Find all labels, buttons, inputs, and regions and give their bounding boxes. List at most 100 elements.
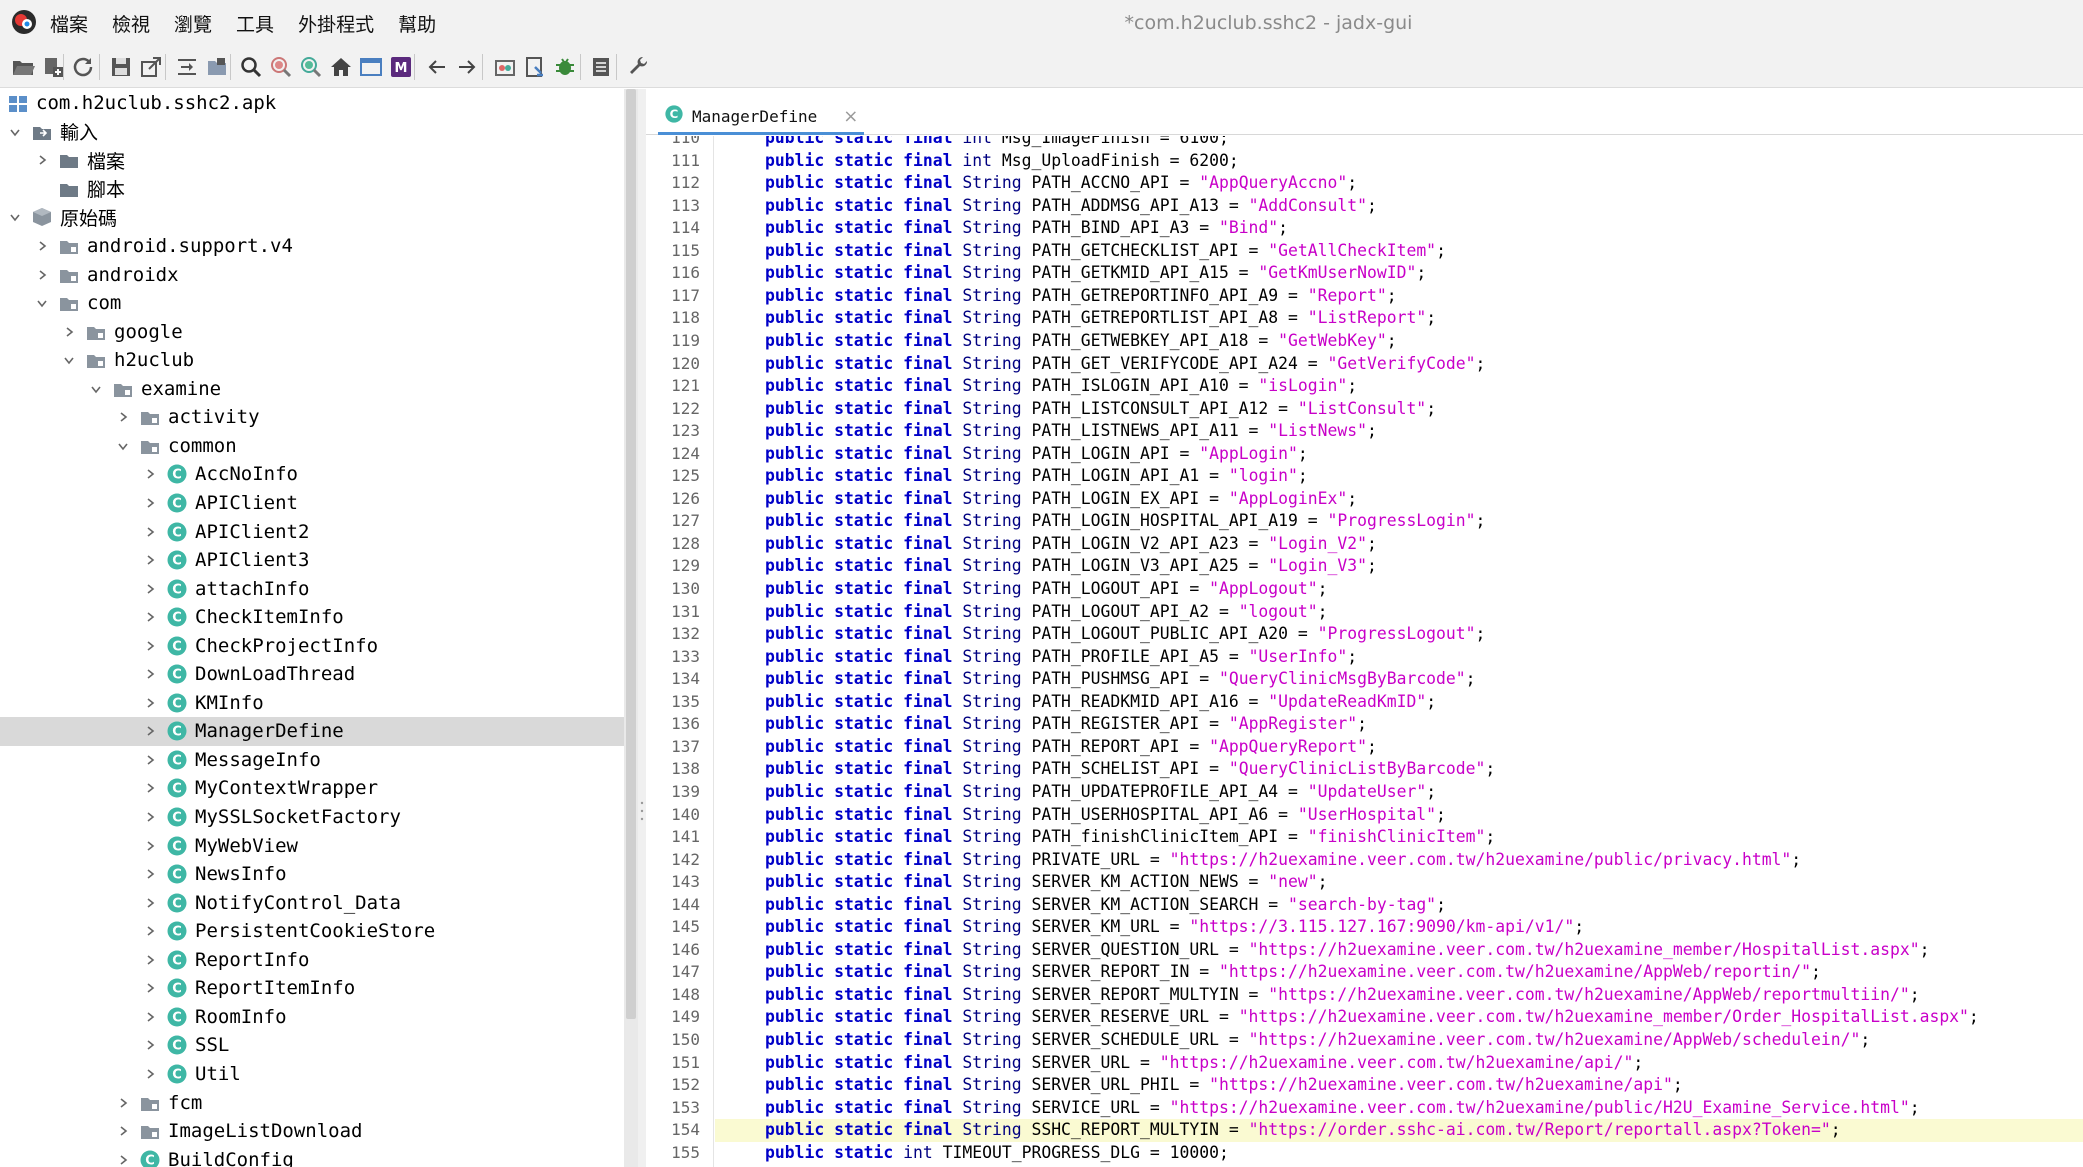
code-line[interactable]: public static final String PATH_GET_VERI… (715, 353, 2083, 376)
code-line[interactable]: public static final String PATH_GETREPOR… (715, 285, 2083, 308)
tree-node-mysslsocketfactory[interactable]: C MySSLSocketFactory (0, 803, 624, 832)
tree-node-notifycontrol-data[interactable]: C NotifyControl_Data (0, 888, 624, 917)
code-line[interactable]: public static final String SERVER_REPORT… (715, 961, 2083, 984)
chevron-down-icon[interactable] (8, 125, 22, 139)
tree-node-activity[interactable]: activity (0, 403, 624, 432)
tree-node-google[interactable]: google (0, 317, 624, 346)
tree-node-reportiteminfo[interactable]: C ReportItemInfo (0, 974, 624, 1003)
tree-node-androidx[interactable]: androidx (0, 260, 624, 289)
open-folder-button[interactable] (8, 52, 38, 82)
code-line[interactable]: public static final String PATH_UPDATEPR… (715, 781, 2083, 804)
chevron-right-icon[interactable] (143, 553, 157, 567)
chevron-right-icon[interactable] (143, 839, 157, 853)
code-line[interactable]: public static final String PATH_USERHOSP… (715, 804, 2083, 827)
tree-scroll-thumb[interactable] (626, 89, 636, 1019)
tree-node-downloadthread[interactable]: C DownLoadThread (0, 660, 624, 689)
tree-node-accnoinfo[interactable]: C AccNoInfo (0, 460, 624, 489)
tree-node-com-h2uclub-sshc2-apk[interactable]: com.h2uclub.sshc2.apk (0, 89, 624, 118)
chevron-right-icon[interactable] (116, 1153, 130, 1167)
code-line[interactable]: public static final String PATH_finishCl… (715, 826, 2083, 849)
code-line[interactable]: public static final String PATH_ADDMSG_A… (715, 195, 2083, 218)
code-line[interactable]: public static final String PATH_LISTNEWS… (715, 420, 2083, 443)
tree-node-android-support-v4[interactable]: android.support.v4 (0, 232, 624, 261)
tree-node-ssl[interactable]: C SSL (0, 1031, 624, 1060)
flatten-packages-button[interactable] (202, 52, 232, 82)
menu-item-4[interactable]: 外掛程式 (298, 10, 374, 37)
code-line[interactable]: public static final String SERVER_QUESTI… (715, 939, 2083, 962)
debug-bug-button[interactable] (550, 52, 580, 82)
code-line[interactable]: public static final String PATH_LOGIN_V2… (715, 533, 2083, 556)
code-line[interactable]: public static final String PATH_ACCNO_AP… (715, 172, 2083, 195)
code-line[interactable]: public static final String PATH_LISTCONS… (715, 398, 2083, 421)
code-line[interactable]: public static final String SERVER_KM_ACT… (715, 871, 2083, 894)
code-line[interactable]: public static final String PATH_REPORT_A… (715, 736, 2083, 759)
chevron-right-icon[interactable] (143, 1067, 157, 1081)
tree-node-[interactable]: 腳本 (0, 175, 624, 204)
chevron-right-icon[interactable] (35, 153, 49, 167)
chevron-right-icon[interactable] (143, 667, 157, 681)
chevron-right-icon[interactable] (143, 467, 157, 481)
chevron-right-icon[interactable] (143, 753, 157, 767)
save-button[interactable] (106, 52, 136, 82)
code-line[interactable]: public static final String SERVICE_URL =… (715, 1097, 2083, 1120)
quark-button[interactable] (490, 52, 520, 82)
home-button[interactable] (326, 52, 356, 82)
chevron-right-icon[interactable] (143, 696, 157, 710)
chevron-right-icon[interactable] (143, 810, 157, 824)
code-line[interactable]: public static final String SERVER_URL = … (715, 1052, 2083, 1075)
tree-node-messageinfo[interactable]: C MessageInfo (0, 746, 624, 775)
code-line[interactable]: public static final String SSHC_REPORT_M… (715, 1119, 2083, 1142)
find-class-button[interactable] (266, 52, 296, 82)
add-files-button[interactable] (38, 52, 68, 82)
code-line[interactable]: public static final String SERVER_RESERV… (715, 1006, 2083, 1029)
menu-item-5[interactable]: 幫助 (398, 10, 436, 37)
chevron-right-icon[interactable] (143, 1010, 157, 1024)
back-button[interactable] (422, 52, 452, 82)
code-line[interactable]: public static final String PATH_LOGIN_HO… (715, 510, 2083, 533)
chevron-right-icon[interactable] (143, 953, 157, 967)
code-line[interactable]: public static final String PATH_PUSHMSG_… (715, 668, 2083, 691)
chevron-right-icon[interactable] (143, 867, 157, 881)
chevron-right-icon[interactable] (62, 325, 76, 339)
chevron-right-icon[interactable] (143, 496, 157, 510)
tree-node-roominfo[interactable]: C RoomInfo (0, 1003, 624, 1032)
tree-node-apiclient[interactable]: C APIClient (0, 489, 624, 518)
tree-node-apiclient2[interactable]: C APIClient2 (0, 517, 624, 546)
code-line[interactable]: public static final String PATH_ISLOGIN_… (715, 375, 2083, 398)
chevron-down-icon[interactable] (116, 439, 130, 453)
code-line[interactable]: public static final String PRIVATE_URL =… (715, 849, 2083, 872)
tree-node-managerdefine[interactable]: C ManagerDefine (0, 717, 624, 746)
chevron-right-icon[interactable] (116, 1124, 130, 1138)
tree-node-newsinfo[interactable]: C NewsInfo (0, 860, 624, 889)
chevron-right-icon[interactable] (35, 268, 49, 282)
tree-node-buildconfig[interactable]: C BuildConfig (0, 1145, 624, 1167)
chevron-right-icon[interactable] (116, 1096, 130, 1110)
chevron-right-icon[interactable] (116, 410, 130, 424)
code-line[interactable]: public static final String PATH_GETWEBKE… (715, 330, 2083, 353)
chevron-right-icon[interactable] (35, 239, 49, 253)
chevron-right-icon[interactable] (143, 724, 157, 738)
export-button[interactable] (136, 52, 166, 82)
menu-item-1[interactable]: 檢視 (112, 10, 150, 37)
code-line[interactable]: public static final String PATH_LOGIN_AP… (715, 443, 2083, 466)
tree-node-[interactable]: 檔案 (0, 146, 624, 175)
tree-scrollbar[interactable] (624, 89, 638, 1167)
code-line[interactable]: public static final String PATH_GETKMID_… (715, 262, 2083, 285)
tree-node-examine[interactable]: examine (0, 375, 624, 404)
code-line[interactable]: public static final String PATH_GETREPOR… (715, 307, 2083, 330)
tree-node-kminfo[interactable]: C KMInfo (0, 689, 624, 718)
tree-node-common[interactable]: common (0, 432, 624, 461)
tree-node-attachinfo[interactable]: CattachInfo (0, 574, 624, 603)
chevron-down-icon[interactable] (62, 353, 76, 367)
code-line[interactable]: public static final String PATH_LOGIN_EX… (715, 488, 2083, 511)
code-line[interactable]: public static final String PATH_LOGOUT_A… (715, 601, 2083, 624)
tree-node-com[interactable]: com (0, 289, 624, 318)
tree-node-h2uclub[interactable]: h2uclub (0, 346, 624, 375)
tree-node-fcm[interactable]: fcm (0, 1088, 624, 1117)
code-line[interactable]: public static final String SERVER_URL_PH… (715, 1074, 2083, 1097)
project-tree[interactable]: com.h2uclub.sshc2.apk 輸入 檔案 腳本 原始碼 android.su… (0, 89, 624, 1167)
tree-node-[interactable]: 原始碼 (0, 203, 624, 232)
code-line[interactable]: public static final String SERVER_SCHEDU… (715, 1029, 2083, 1052)
panel-splitter[interactable] (638, 89, 646, 1167)
menu-item-0[interactable]: 檔案 (50, 10, 88, 37)
